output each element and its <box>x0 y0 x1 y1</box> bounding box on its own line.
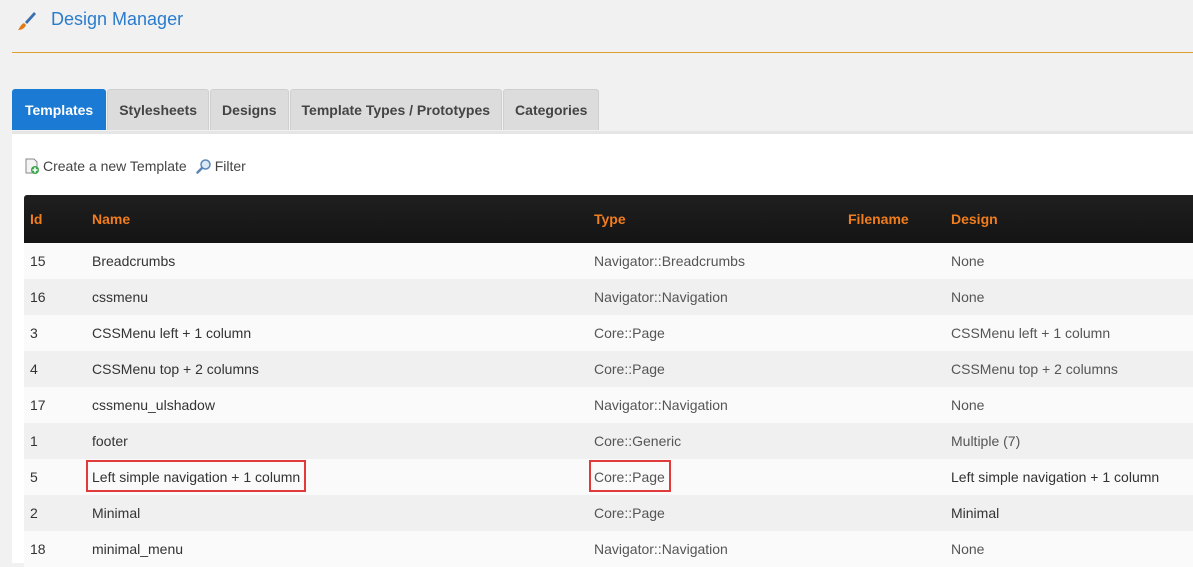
row-name-link[interactable]: CSSMenu top + 2 columns <box>92 351 259 387</box>
row-id: 4 <box>30 361 38 377</box>
tab-templates[interactable]: Templates <box>12 89 107 130</box>
row-design: CSSMenu left + 1 column <box>951 325 1111 341</box>
table-row[interactable]: 4 CSSMenu top + 2 columns Core::Page CSS… <box>24 351 1193 387</box>
row-id: 5 <box>30 469 38 485</box>
row-name-link[interactable]: Minimal <box>92 495 140 531</box>
magnifier-icon <box>195 159 211 174</box>
row-type: Navigator::Navigation <box>594 289 728 305</box>
row-type: Navigator::Navigation <box>594 397 728 413</box>
templates-table: Id Name Type Filename Design 15 Breadcru… <box>24 195 1193 567</box>
row-design: None <box>951 541 985 557</box>
tab-bar: Templates Stylesheets Designs Template T… <box>12 89 600 131</box>
header-type[interactable]: Type <box>594 195 626 243</box>
row-name-link[interactable]: footer <box>92 423 128 459</box>
tab-designs[interactable]: Designs <box>210 89 289 130</box>
page-title: Design Manager <box>51 9 184 29</box>
row-id: 15 <box>30 253 46 269</box>
table-row[interactable]: 18 minimal_menu Navigator::Navigation No… <box>24 531 1193 567</box>
row-name-link[interactable]: minimal_menu <box>92 531 183 567</box>
tab-stylesheets[interactable]: Stylesheets <box>107 89 210 130</box>
row-type: Core::Page <box>594 505 665 521</box>
row-design: None <box>951 397 985 413</box>
row-design: Left simple navigation + 1 column <box>951 469 1160 485</box>
create-template-link[interactable]: Create a new Template <box>24 158 187 174</box>
row-design: CSSMenu top + 2 columns <box>951 361 1118 377</box>
tab-template-types[interactable]: Template Types / Prototypes <box>289 89 503 130</box>
table-row[interactable]: 3 CSSMenu left + 1 column Core::Page CSS… <box>24 315 1193 351</box>
row-name-link[interactable]: cssmenu_ulshadow <box>92 387 215 423</box>
row-type: Core::Generic <box>594 433 682 449</box>
toolbar: Create a new Template Filter <box>24 158 255 174</box>
row-name-link[interactable]: CSSMenu left + 1 column <box>92 315 251 351</box>
row-id: 16 <box>30 289 46 305</box>
row-name-link[interactable]: Left simple navigation + 1 column <box>92 459 300 495</box>
row-type: Core::Page <box>594 469 665 485</box>
row-type: Navigator::Breadcrumbs <box>594 253 745 269</box>
header-filename[interactable]: Filename <box>848 195 909 243</box>
row-id: 3 <box>30 325 38 341</box>
filter-label: Filter <box>214 158 246 174</box>
row-design: None <box>951 253 985 269</box>
row-id: 1 <box>30 433 38 449</box>
row-id: 2 <box>30 505 38 521</box>
tab-categories[interactable]: Categories <box>503 89 600 130</box>
row-type: Navigator::Navigation <box>594 541 728 557</box>
header-id[interactable]: Id <box>30 195 42 243</box>
row-id: 17 <box>30 397 46 413</box>
create-template-label: Create a new Template <box>43 158 187 174</box>
row-type: Core::Page <box>594 325 665 341</box>
header-name[interactable]: Name <box>92 195 130 243</box>
row-id: 18 <box>30 541 46 557</box>
filter-link[interactable]: Filter <box>195 158 246 174</box>
table-row[interactable]: 17 cssmenu_ulshadow Navigator::Navigatio… <box>24 387 1193 423</box>
table-row[interactable]: 16 cssmenu Navigator::Navigation None <box>24 279 1193 315</box>
row-type: Core::Page <box>594 361 665 377</box>
row-name-link[interactable]: Breadcrumbs <box>92 243 175 279</box>
row-design: Multiple (7) <box>951 433 1021 449</box>
paintbrush-icon <box>18 12 36 30</box>
row-design: Minimal <box>951 505 1000 521</box>
templates-panel: Create a new Template Filter Id Name Typ… <box>12 131 1193 567</box>
row-design: None <box>951 289 985 305</box>
row-name-link[interactable]: cssmenu <box>92 279 148 315</box>
table-header: Id Name Type Filename Design <box>24 195 1193 243</box>
page-header: Design Manager <box>12 0 1193 53</box>
table-row[interactable]: 1 footer Core::Generic Multiple (7) <box>24 423 1193 459</box>
header-design[interactable]: Design <box>951 195 998 243</box>
table-row[interactable]: 2 Minimal Core::Page Minimal <box>24 495 1193 531</box>
new-file-icon <box>25 158 39 174</box>
table-row[interactable]: 5 Left simple navigation + 1 column Core… <box>24 459 1193 495</box>
table-row[interactable]: 15 Breadcrumbs Navigator::Breadcrumbs No… <box>24 243 1193 279</box>
